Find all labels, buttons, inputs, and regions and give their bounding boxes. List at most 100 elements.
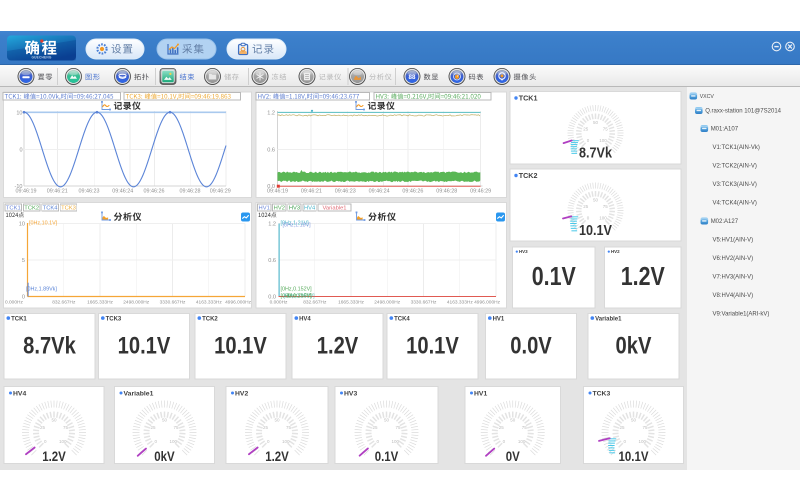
svg-text:HV4: HV4 [304, 206, 316, 212]
svg-text:HV3: HV3 [289, 206, 300, 212]
svg-text:V7:HV3(AIN-V): V7:HV3(AIN-V) [713, 275, 754, 281]
svg-text:3330.667Hz: 3330.667Hz [160, 300, 186, 306]
svg-text:50: 50 [384, 418, 390, 423]
svg-text:75: 75 [603, 204, 609, 209]
svg-text:832.667Hz: 832.667Hz [303, 300, 327, 306]
svg-text:100: 100 [599, 216, 607, 221]
svg-text:75: 75 [286, 425, 292, 430]
svg-text:100: 100 [639, 439, 647, 444]
svg-text:50: 50 [631, 418, 637, 423]
svg-text:TCK1: TCK1 [11, 316, 27, 322]
svg-text:50: 50 [274, 418, 280, 423]
svg-text:HV3: HV3 [344, 390, 357, 397]
svg-text:100: 100 [59, 439, 67, 444]
svg-text:10.1V: 10.1V [214, 332, 267, 359]
svg-text:HV1: HV1 [493, 316, 505, 322]
svg-text:0.000Hz: 0.000Hz [270, 300, 288, 306]
svg-text:Variable1: Variable1 [322, 206, 346, 212]
svg-text:HV4: HV4 [13, 390, 26, 397]
svg-text:75: 75 [395, 425, 401, 430]
svg-text:09:46:19: 09:46:19 [267, 189, 288, 195]
svg-text:4996.000Hz: 4996.000Hz [225, 300, 251, 306]
svg-text:V2:TCK2(AIN-V): V2:TCK2(AIN-V) [713, 164, 757, 170]
svg-text:09:46:21: 09:46:21 [47, 189, 68, 195]
svg-text:M02:A127: M02:A127 [711, 219, 739, 225]
svg-text:50: 50 [51, 418, 57, 423]
svg-text:100: 100 [282, 439, 290, 444]
svg-text:HV1: HV1 [474, 390, 487, 397]
svg-text:HV4: HV4 [299, 316, 311, 322]
svg-text:100: 100 [170, 439, 178, 444]
svg-text:1.2: 1.2 [267, 110, 275, 116]
svg-text:1665.333Hz: 1665.333Hz [338, 300, 364, 306]
svg-text:1.2V: 1.2V [42, 449, 66, 464]
svg-text:3330.667Hz: 3330.667Hz [411, 300, 437, 306]
svg-text:V8:HV4(AIN-V): V8:HV4(AIN-V) [713, 293, 754, 299]
svg-text:TCK3: TCK3 [61, 206, 76, 212]
svg-text:09:46:26: 09:46:26 [144, 189, 165, 195]
svg-text:09:46:28: 09:46:28 [436, 189, 457, 195]
svg-text:V3:TCK3(AIN-V): V3:TCK3(AIN-V) [713, 182, 757, 188]
svg-text:Q.raxx-station 101@7S2014: Q.raxx-station 101@7S2014 [705, 109, 781, 115]
svg-text:100: 100 [599, 138, 607, 143]
svg-text:[0Hz,0.152V]: [0Hz,0.152V] [281, 286, 313, 292]
svg-text:0.6: 0.6 [268, 258, 276, 264]
svg-text:8.7Vk: 8.7Vk [23, 332, 76, 359]
svg-text:V6:HV2(AIN-V): V6:HV2(AIN-V) [713, 256, 754, 262]
svg-text:HV1: HV1 [259, 206, 270, 212]
svg-text:TCK3: TCK3 [593, 390, 611, 397]
svg-text:TCK2: TCK2 [202, 316, 218, 322]
svg-text:1.2V: 1.2V [621, 263, 665, 291]
svg-text:5: 5 [22, 258, 25, 264]
svg-text:TCK4: TCK4 [394, 316, 410, 322]
svg-text:10: 10 [16, 110, 22, 116]
svg-text:4163.333Hz: 4163.333Hz [447, 300, 473, 306]
svg-text:75: 75 [642, 425, 648, 430]
svg-text:50: 50 [510, 418, 516, 423]
svg-text:Variable1: Variable1 [124, 390, 154, 397]
svg-text:09:46:24: 09:46:24 [112, 189, 133, 195]
svg-text:09:46:23: 09:46:23 [335, 189, 356, 195]
svg-text:[0Hz,10.1V]: [0Hz,10.1V] [29, 221, 58, 227]
svg-text:1.2: 1.2 [268, 222, 276, 228]
svg-text:4163.333Hz: 4163.333Hz [196, 300, 222, 306]
svg-text:V5:HV1(AIN-V): V5:HV1(AIN-V) [713, 238, 754, 244]
svg-text:[0Hz,1.18V]: [0Hz,1.18V] [283, 222, 312, 228]
svg-text:0: 0 [19, 148, 22, 154]
svg-text:10.1V: 10.1V [619, 449, 649, 464]
svg-text:0.0: 0.0 [268, 295, 276, 301]
svg-text:HV2: HV2 [235, 390, 248, 397]
svg-text:TCK2: TCK2 [24, 206, 39, 212]
svg-text:GUECHENG: GUECHENG [31, 56, 51, 60]
svg-text:2498.000Hz: 2498.000Hz [123, 300, 149, 306]
svg-text:TCK3: TCK3 [106, 316, 122, 322]
svg-text:10.1V: 10.1V [579, 222, 612, 239]
svg-text:V9:Variable1(ARI-kV): V9:Variable1(ARI-kV) [713, 312, 770, 318]
svg-text:25: 25 [150, 425, 156, 430]
svg-text:10.1V: 10.1V [406, 332, 459, 359]
svg-text:10: 10 [19, 222, 25, 228]
svg-text:25: 25 [263, 425, 269, 430]
svg-text:75: 75 [603, 126, 609, 131]
svg-text:09:46:29: 09:46:29 [210, 189, 231, 195]
svg-text:832.667Hz: 832.667Hz [52, 300, 76, 306]
svg-text:25: 25 [619, 425, 625, 430]
svg-text:25: 25 [40, 425, 46, 430]
svg-text:75: 75 [522, 425, 528, 430]
svg-text:TCK1: TCK1 [519, 94, 538, 103]
svg-text:0.1V: 0.1V [375, 449, 399, 464]
svg-text:88: 88 [409, 74, 416, 81]
svg-text:09:46:19: 09:46:19 [16, 189, 37, 195]
svg-text:75: 75 [63, 425, 69, 430]
svg-text:Variable1: Variable1 [595, 316, 622, 322]
svg-text:M01:A107: M01:A107 [711, 127, 739, 133]
svg-text:100: 100 [518, 439, 526, 444]
svg-text:25: 25 [583, 204, 589, 209]
svg-text:09:46:24: 09:46:24 [369, 189, 390, 195]
svg-text:100: 100 [392, 439, 400, 444]
svg-text:0kV: 0kV [616, 332, 652, 359]
svg-text:V1:TCK1(AIN-Vk): V1:TCK1(AIN-Vk) [713, 145, 760, 151]
svg-text:0V: 0V [506, 449, 520, 464]
svg-text:0.6: 0.6 [267, 148, 275, 154]
svg-text:0.000Hz: 0.000Hz [5, 300, 23, 306]
